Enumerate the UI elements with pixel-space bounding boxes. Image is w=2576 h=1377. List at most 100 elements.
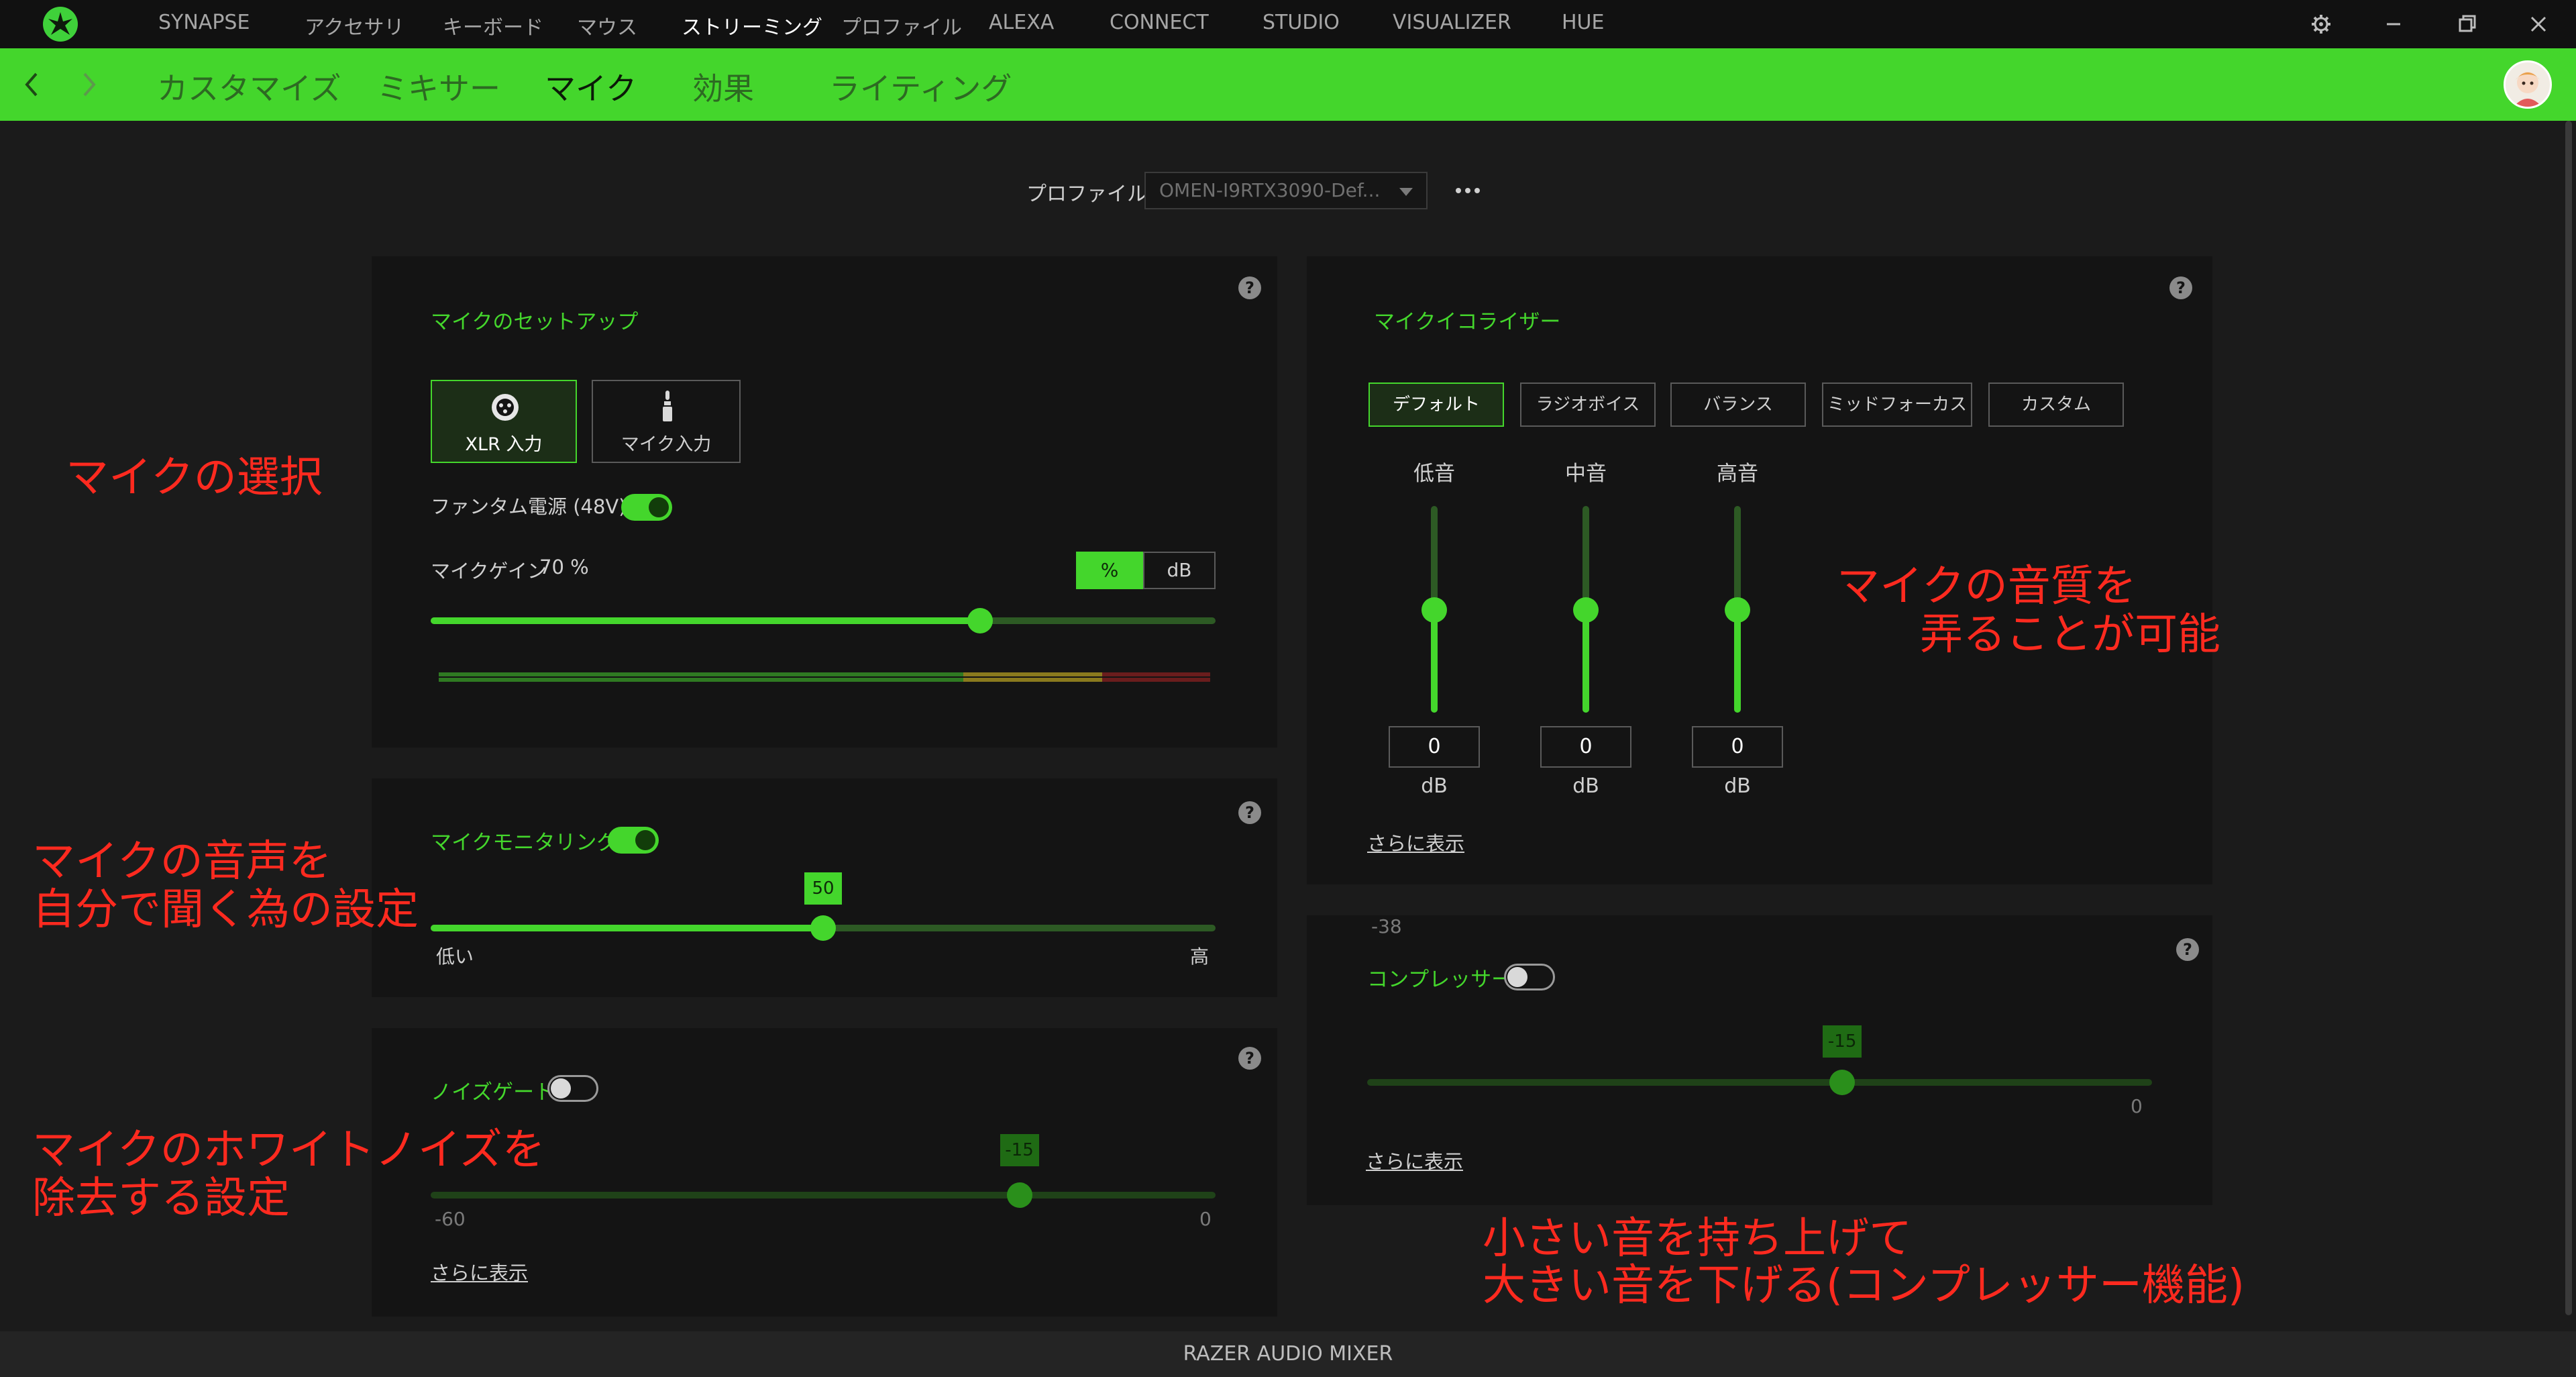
nav-accessories[interactable]: アクセサリ (305, 11, 405, 40)
nav-profiles[interactable]: プロファイル (841, 11, 962, 40)
nav-mouse[interactable]: マウス (577, 11, 637, 40)
eq-treble-slider-handle[interactable] (1725, 597, 1750, 623)
mic-setup-panel: ? マイクのセットアップ XLR 入力 マイク入力 ファンタム電源 (48V) … (372, 256, 1277, 748)
tab-effects[interactable]: 効果 (692, 64, 754, 109)
eq-bass-unit: dB (1421, 774, 1448, 798)
compressor-panel: ? コンプレッサー -15 -38 0 さらに表示 (1307, 915, 2212, 1205)
compressor-min-label: -38 (1371, 915, 1402, 937)
profile-dropdown-value: OMEN-I9RTX3090-Def... (1159, 179, 1381, 201)
xlr-input-label: XLR 入力 (465, 434, 543, 455)
show-more-link[interactable]: さらに表示 (431, 1258, 528, 1286)
forward-arrow-icon[interactable] (74, 66, 103, 103)
chevron-down-icon (1399, 188, 1413, 196)
annotation-mic-select: マイクの選択 (66, 453, 323, 503)
avatar[interactable] (2504, 60, 2552, 109)
mic-input-button[interactable]: マイク入力 (592, 380, 741, 463)
noise-gate-value-tag: -15 (1000, 1134, 1039, 1166)
eq-preset-balance-button[interactable]: バランス (1670, 382, 1806, 427)
annotation-eq-line2: 弄ることが可能 (1920, 610, 2220, 660)
annotation-noise-line2: 除去する設定 (32, 1174, 290, 1223)
back-arrow-icon[interactable] (17, 66, 47, 103)
mic-gain-value: 70 % (539, 556, 589, 578)
eq-bass-slider-handle[interactable] (1421, 597, 1447, 623)
compressor-slider[interactable] (1367, 1079, 2152, 1086)
xlr-input-button[interactable]: XLR 入力 (431, 380, 577, 463)
more-options-icon[interactable] (1453, 177, 1483, 204)
eq-treble-label: 高音 (1717, 462, 1758, 486)
eq-preset-radio-voice-button[interactable]: ラジオボイス (1520, 382, 1656, 427)
eq-bass-value-input[interactable]: 0 (1389, 726, 1480, 768)
annotation-compressor-line2: 大きい音を下げる(コンプレッサー機能) (1483, 1261, 2245, 1311)
profile-dropdown[interactable]: OMEN-I9RTX3090-Def... (1144, 172, 1428, 209)
phantom-power-label: ファンタム電源 (48V) (431, 495, 627, 518)
mic-jack-icon (663, 391, 672, 421)
annotation-eq-line1: マイクの音質を (1837, 562, 2137, 611)
mic-monitoring-panel: ? マイクモニタリング 50 低い 高 (372, 778, 1277, 997)
annotation-monitoring-line1: マイクの音声を (32, 837, 332, 886)
noise-gate-slider[interactable] (431, 1192, 1216, 1198)
vertical-scrollbar[interactable] (2565, 121, 2572, 1315)
mic-gain-slider-handle[interactable] (967, 608, 993, 633)
annotation-noise-line1: マイクのホワイトノイズを (32, 1125, 545, 1175)
nav-streaming[interactable]: ストリーミング (682, 11, 822, 40)
eq-preset-mid-focus-button[interactable]: ミッドフォーカス (1822, 382, 1972, 427)
sub-navigation: カスタマイズ ミキサー マイク 効果 ライティング (0, 48, 2576, 121)
eq-bass-label: 低音 (1413, 462, 1455, 486)
help-icon[interactable]: ? (1238, 801, 1261, 824)
panel-title: マイクのセットアップ (431, 310, 639, 334)
panel-title: マイクモニタリング (431, 831, 618, 855)
xlr-connector-icon (492, 394, 519, 421)
unit-db-button[interactable]: dB (1143, 552, 1216, 589)
mic-gain-slider[interactable] (431, 617, 1216, 624)
profile-label: プロファイル (1026, 183, 1147, 206)
noise-gate-slider-handle[interactable] (1006, 1182, 1032, 1208)
compressor-max-label: 0 (2131, 1095, 2143, 1117)
noise-gate-min-label: -60 (435, 1208, 466, 1230)
eq-mid-value-input[interactable]: 0 (1540, 726, 1631, 768)
eq-preset-default-button[interactable]: デフォルト (1368, 382, 1504, 427)
gear-icon[interactable] (2306, 9, 2336, 39)
close-icon[interactable] (2524, 9, 2553, 39)
help-icon[interactable]: ? (1238, 276, 1261, 299)
nav-connect[interactable]: CONNECT (1110, 11, 1209, 34)
nav-studio[interactable]: STUDIO (1263, 11, 1340, 34)
tab-mic[interactable]: マイク (545, 64, 637, 109)
tab-lighting[interactable]: ライティング (829, 64, 1012, 109)
help-icon[interactable]: ? (2176, 938, 2199, 961)
noise-gate-toggle[interactable] (547, 1075, 598, 1102)
annotation-compressor-line1: 小さい音を持ち上げて (1483, 1214, 1912, 1264)
nav-visualizer[interactable]: VISUALIZER (1393, 11, 1511, 34)
monitoring-min-label: 低い (436, 946, 474, 968)
phantom-power-toggle[interactable] (621, 494, 672, 521)
show-more-link[interactable]: さらに表示 (1367, 828, 1464, 856)
panel-title: マイクイコライザー (1374, 310, 1561, 334)
panel-title: ノイズゲート (431, 1080, 555, 1105)
nav-synapse[interactable]: SYNAPSE (158, 11, 250, 34)
monitoring-toggle[interactable] (608, 827, 659, 854)
eq-preset-custom-button[interactable]: カスタム (1988, 382, 2124, 427)
nav-alexa[interactable]: ALEXA (989, 11, 1054, 34)
nav-keyboard[interactable]: キーボード (443, 11, 543, 40)
compressor-slider-handle[interactable] (1829, 1070, 1856, 1095)
tab-mixer[interactable]: ミキサー (377, 64, 500, 109)
minimize-icon[interactable] (2379, 9, 2408, 39)
compressor-value-tag: -15 (1823, 1025, 1862, 1058)
monitoring-value-tag: 50 (804, 872, 842, 905)
status-bar: RAZER AUDIO MIXER (0, 1331, 2576, 1377)
restore-icon[interactable] (2453, 9, 2482, 39)
razer-logo-icon[interactable] (43, 7, 78, 42)
footer-title: RAZER AUDIO MIXER (1183, 1342, 1393, 1366)
help-icon[interactable]: ? (1238, 1047, 1261, 1070)
panel-title: コンプレッサー (1367, 968, 1513, 992)
show-more-link[interactable]: さらに表示 (1366, 1146, 1463, 1174)
eq-mid-slider-handle[interactable] (1573, 597, 1599, 623)
compressor-toggle[interactable] (1504, 964, 1555, 990)
tab-customize[interactable]: カスタマイズ (157, 64, 341, 109)
eq-treble-value-input[interactable]: 0 (1692, 726, 1783, 768)
help-icon[interactable]: ? (2169, 276, 2192, 299)
monitoring-slider-handle[interactable] (810, 915, 836, 941)
input-level-meter (439, 672, 1210, 683)
eq-mid-label: 中音 (1565, 462, 1607, 486)
nav-hue[interactable]: HUE (1562, 11, 1604, 34)
unit-percent-button[interactable]: % (1076, 552, 1143, 589)
